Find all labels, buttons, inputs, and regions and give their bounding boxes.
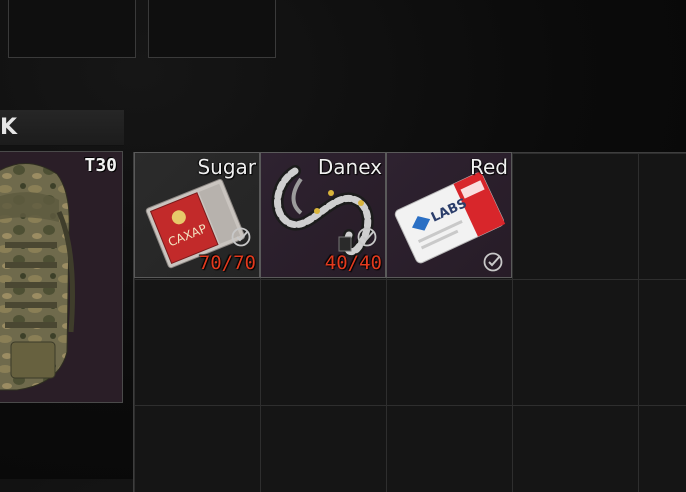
section-header-label: K (0, 115, 18, 140)
item-name: Danex (317, 155, 382, 179)
check-icon (483, 252, 503, 272)
backpack-section-header: K (0, 110, 124, 146)
equipment-slot-2[interactable] (148, 0, 276, 58)
item-sugar[interactable]: САХАР Sugar 70/70 (134, 152, 260, 278)
item-danex[interactable]: Danex 40/40 (260, 152, 386, 278)
item-name: Red (470, 155, 508, 179)
check-icon (231, 227, 251, 247)
item-count: 40/40 (324, 252, 382, 274)
item-red-keycard[interactable]: LABS Red (386, 152, 512, 278)
backpack-slot[interactable]: T30 (0, 151, 123, 403)
backpack-icon (0, 163, 75, 391)
check-icon (357, 227, 377, 247)
equipment-slot-1[interactable] (8, 0, 136, 58)
backpack-tag: T30 (84, 155, 117, 176)
item-count: 70/70 (198, 252, 256, 274)
item-name: Sugar (197, 155, 256, 179)
